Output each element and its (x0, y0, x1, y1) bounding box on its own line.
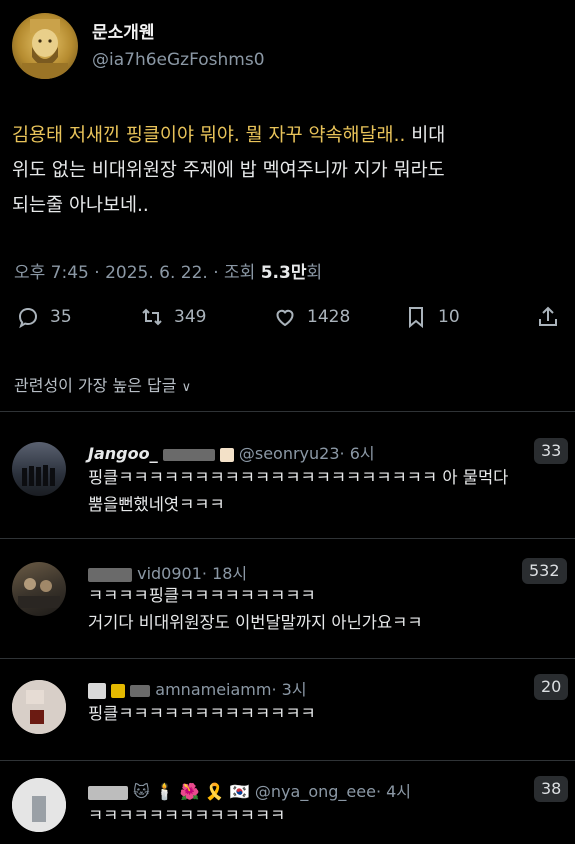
post-timestamp[interactable]: 오후 7:45 · 2025. 6. 22. · 조회 (14, 263, 261, 283)
view-count: 5.3만 (260, 263, 307, 283)
reply-time: · 18시 (201, 564, 248, 583)
reply-text-line1: 핑클ㅋㅋㅋㅋㅋㅋㅋㅋㅋㅋㅋㅋㅋㅋㅋㅋㅋㅋㅋㅋㅋ 아 물먹다 (88, 468, 509, 487)
divider (0, 658, 575, 659)
reply-avatar[interactable] (12, 442, 66, 496)
reply-avatar[interactable] (12, 778, 66, 832)
reply-text: 핑클ㅋㅋㅋㅋㅋㅋㅋㅋㅋㅋㅋㅋㅋㅋㅋㅋㅋㅋㅋㅋㅋ 아 물먹다 뿜을뻔했네엿ㅋㅋㅋ (88, 464, 508, 518)
share-icon (539, 306, 557, 326)
author-name[interactable]: 문소개웬 (92, 18, 155, 43)
like-count: 1428 (307, 307, 351, 327)
emoji-blurred (111, 683, 126, 698)
reply-avatar[interactable] (12, 680, 66, 734)
bookmark-button[interactable]: 10 (404, 305, 460, 329)
divider (0, 411, 575, 412)
reply-sort-label: 관련성이 가장 높은 답글 (14, 376, 177, 395)
reply-like-badge: 20 (534, 674, 569, 700)
post-text-line2: 위도 없는 비대위원장 주제에 밥 멕여주니까 지가 뭐라도 (12, 160, 445, 181)
reply-text: 핑클ㅋㅋㅋㅋㅋㅋㅋㅋㅋㅋㅋㅋㅋ (88, 700, 316, 727)
reply-item[interactable]: vid0901· 18시 532 ㅋㅋㅋㅋ핑클ㅋㅋㅋㅋㅋㅋㅋㅋㅋ 거기다 비대위… (0, 540, 575, 658)
reply-author-name[interactable]: Jangoo_ (88, 444, 158, 463)
divider (0, 538, 575, 539)
reply-like-badge: 38 (534, 776, 569, 802)
reply-text-line2: 뿜을뻔했네엿ㅋㅋㅋ (88, 495, 225, 514)
reply-time: · 4시 (375, 782, 412, 801)
like-button[interactable]: 1428 (273, 305, 350, 329)
blurred-name (88, 682, 106, 699)
blurred-name (88, 567, 132, 582)
reply-text-line1: ㅋㅋㅋㅋ핑클ㅋㅋㅋㅋㅋㅋㅋㅋㅋ (88, 586, 316, 605)
reply-button[interactable]: 35 (16, 305, 72, 329)
reply-sort-dropdown[interactable]: 관련성이 가장 높은 답글 ∨ (14, 372, 191, 396)
action-bar: 35 349 1428 10 (0, 305, 575, 345)
share-button[interactable] (536, 305, 560, 329)
divider (0, 760, 575, 761)
reply-author-handle[interactable]: vid0901 (137, 564, 202, 583)
chevron-down-icon: ∨ (181, 380, 192, 395)
bookmark-icon (409, 307, 423, 329)
repost-count: 349 (174, 307, 207, 327)
reply-icon (18, 307, 38, 329)
reply-item[interactable]: 🐱 🕯️ 🌺 🎗️ 🇰🇷 @nya_ong_eee· 4시 38 ㅋㅋㅋㅋㅋㅋㅋ… (0, 762, 575, 844)
post-text-highlight: 김용태 저새낀 핑클이야 뭐야. 뭘 자꾸 약속해달래.. (12, 125, 406, 146)
reply-author-handle[interactable]: amnameiamm (155, 680, 271, 699)
reply-header: amnameiamm· 3시 (88, 676, 307, 700)
reply-item[interactable]: amnameiamm· 3시 20 핑클ㅋㅋㅋㅋㅋㅋㅋㅋㅋㅋㅋㅋㅋ (0, 660, 575, 760)
bookmark-count: 10 (438, 307, 460, 327)
reply-header: Jangoo_ @seonryu23· 6시 (88, 440, 375, 464)
repost-icon (142, 308, 162, 326)
reply-time: · 6시 (339, 444, 375, 463)
reply-text: ㅋㅋㅋㅋㅋㅋㅋㅋㅋㅋㅋㅋㅋ (88, 802, 285, 829)
reply-author-handle[interactable]: @seonryu23 (239, 444, 340, 463)
post-text-line3: 되는줄 아나보네.. (12, 195, 149, 216)
reply-header: vid0901· 18시 (88, 560, 247, 584)
reply-avatar[interactable] (12, 562, 66, 616)
view-suffix: 회 (306, 263, 323, 283)
reply-text-line1: 핑클ㅋㅋㅋㅋㅋㅋㅋㅋㅋㅋㅋㅋㅋ (88, 704, 316, 723)
post-meta: 오후 7:45 · 2025. 6. 22. · 조회 5.3만회 (14, 258, 322, 283)
emoji-blurred (219, 447, 234, 462)
reply-author-emoji: 🐱 🕯️ 🌺 🎗️ 🇰🇷 (133, 782, 250, 801)
blurred-name (130, 684, 151, 697)
repost-button[interactable]: 349 (140, 305, 206, 329)
reply-author-handle[interactable]: @nya_ong_eee (255, 782, 376, 801)
post-text: 김용태 저새낀 핑클이야 뭐야. 뭘 자꾸 약속해달래.. 비대 위도 없는 비… (12, 118, 567, 223)
heart-icon (276, 309, 294, 327)
author-avatar[interactable] (12, 13, 78, 79)
reply-count: 35 (50, 307, 72, 327)
reply-like-badge: 33 (534, 438, 569, 464)
reply-item[interactable]: Jangoo_ @seonryu23· 6시 33 핑클ㅋㅋㅋㅋㅋㅋㅋㅋㅋㅋㅋㅋ… (0, 420, 575, 538)
blurred-name (88, 785, 128, 800)
reply-header: 🐱 🕯️ 🌺 🎗️ 🇰🇷 @nya_ong_eee· 4시 (88, 778, 411, 802)
reply-like-badge: 532 (522, 558, 567, 584)
reply-text-line2: 거기다 비대위원장도 이번달말까지 아닌가요ㅋㅋ (88, 613, 423, 632)
reply-text-line1: ㅋㅋㅋㅋㅋㅋㅋㅋㅋㅋㅋㅋㅋ (88, 806, 286, 825)
post-text-rest: 비대 (405, 125, 446, 146)
blurred-name (162, 448, 215, 461)
reply-text: ㅋㅋㅋㅋ핑클ㅋㅋㅋㅋㅋㅋㅋㅋㅋ 거기다 비대위원장도 이번달말까지 아닌가요ㅋㅋ (88, 582, 423, 636)
author-handle[interactable]: @ia7h6eGzFoshms0 (92, 50, 265, 70)
reply-time: · 3시 (271, 680, 307, 699)
